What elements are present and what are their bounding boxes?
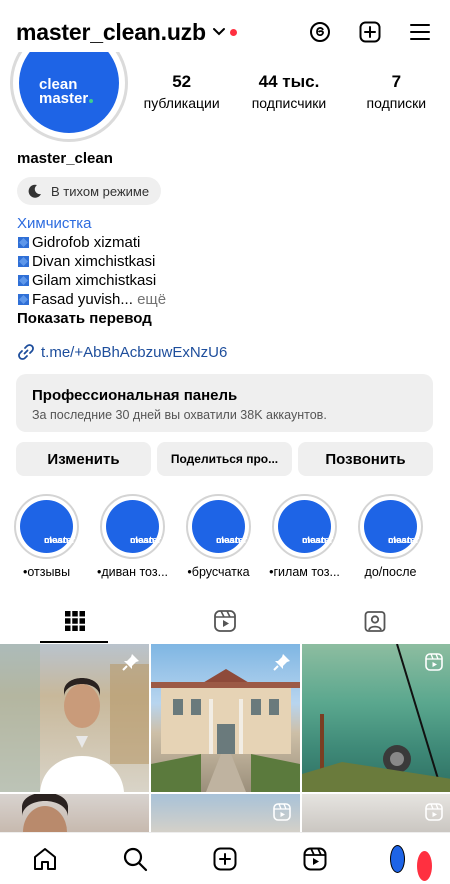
highlight-item[interactable]: clean master •диван тоз... — [96, 494, 169, 579]
highlight-label: •гилам тоз... — [269, 565, 340, 579]
highlight-item[interactable]: clean master •отзывы — [14, 494, 79, 579]
highlight-item[interactable]: clean master до/после — [358, 494, 423, 579]
reels-icon — [214, 610, 236, 632]
profile-tabs — [0, 600, 450, 643]
stat-label: публикации — [143, 95, 220, 111]
post-thumbnail[interactable] — [151, 794, 300, 834]
highlight-cover: clean master — [278, 500, 333, 553]
quiet-mode-badge[interactable]: В тихом режиме — [17, 177, 162, 205]
post-thumbnail[interactable] — [0, 794, 149, 834]
highlight-label: •диван тоз... — [96, 565, 169, 579]
stat-following[interactable]: 7 подписки — [343, 72, 450, 111]
reels-icon — [273, 803, 291, 821]
profile-nav-avatar[interactable] — [390, 844, 432, 881]
tagged-person-icon — [364, 611, 386, 632]
create-post-icon[interactable] — [210, 844, 240, 874]
share-profile-button[interactable]: Поделиться про... — [157, 442, 292, 476]
post-thumbnail[interactable] — [151, 644, 300, 792]
post-thumbnail[interactable] — [0, 644, 149, 792]
profile-bio: Химчистка Gidrofob xizmati Divan ximchis… — [17, 214, 166, 328]
reels-nav-icon[interactable] — [300, 844, 330, 874]
bottom-nav — [0, 832, 450, 884]
bio-more-link[interactable]: ещё — [137, 290, 166, 309]
header-actions — [306, 18, 434, 46]
blue-diamond-icon — [18, 256, 29, 267]
edit-profile-button[interactable]: Изменить — [16, 442, 151, 476]
show-translation-link[interactable]: Показать перевод — [17, 309, 166, 328]
chevron-down-icon[interactable] — [212, 25, 226, 39]
highlight-ring: clean master — [186, 494, 251, 559]
post-thumbnail[interactable] — [302, 794, 450, 834]
notification-dot — [229, 28, 237, 36]
highlight-item[interactable]: clean master •гилам тоз... — [269, 494, 340, 579]
highlight-ring: clean master — [14, 494, 79, 559]
tab-tagged[interactable] — [300, 600, 450, 642]
stat-posts[interactable]: 52 публикации — [128, 72, 235, 111]
notification-dot — [417, 850, 432, 881]
highlight-label: •отзывы — [22, 565, 71, 579]
reels-icon — [425, 803, 443, 821]
plus-square-icon[interactable] — [356, 18, 384, 46]
profile-avatar[interactable]: clean master — [10, 52, 128, 142]
profile-actions: Изменить Поделиться про... Позвонить — [16, 442, 433, 476]
dashboard-title: Профессиональная панель — [32, 387, 238, 404]
stat-label: подписчики — [251, 95, 327, 111]
account-username[interactable]: master_clean.uzb — [16, 19, 206, 46]
pin-icon — [122, 654, 139, 671]
threads-icon[interactable] — [306, 18, 334, 46]
dashboard-subtitle: За последние 30 дней вы охватили 38K акк… — [32, 408, 327, 422]
highlight-ring: clean master — [100, 494, 165, 559]
profile-category[interactable]: Химчистка — [17, 214, 166, 233]
highlight-label: до/после — [364, 565, 417, 579]
bio-line: Gilam ximchistkasi — [17, 271, 166, 290]
highlight-cover: clean master — [20, 500, 75, 553]
reels-icon — [425, 653, 443, 671]
profile-link[interactable]: t.me/+AbBhAcbzuwExNzU6 — [17, 343, 227, 361]
avatar-ring: clean master — [10, 52, 128, 142]
stat-followers[interactable]: 44 тыс. подписчики — [235, 72, 342, 111]
profile-name: master_clean — [17, 150, 113, 167]
blue-diamond-icon — [18, 294, 29, 305]
pin-icon — [273, 654, 290, 671]
professional-dashboard[interactable]: Профессиональная панель За последние 30 … — [16, 374, 433, 432]
highlight-label: •брусчатка — [187, 565, 250, 579]
quiet-mode-label: В тихом режиме — [51, 183, 150, 199]
stat-value: 52 — [172, 72, 192, 91]
grid-icon — [65, 611, 85, 631]
menu-icon[interactable] — [406, 18, 434, 46]
profile-stats: 52 публикации 44 тыс. подписчики 7 подпи… — [128, 72, 450, 111]
avatar-logo-text: clean master — [39, 77, 94, 106]
posts-grid — [0, 644, 450, 834]
highlight-ring: clean master — [272, 494, 337, 559]
story-highlights: clean master •отзывы clean master •диван т… — [14, 494, 423, 579]
blue-diamond-icon — [18, 237, 29, 248]
stat-value: 7 — [391, 72, 402, 91]
highlight-item[interactable]: clean master •брусчатка — [186, 494, 251, 579]
avatar-logo: clean master — [19, 52, 119, 133]
stat-value: 44 тыс. — [258, 72, 320, 91]
moon-icon — [27, 183, 43, 199]
highlight-cover: clean master — [364, 500, 419, 553]
highlight-cover: clean master — [192, 500, 247, 553]
bio-line: Divan ximchistkasi — [17, 252, 166, 271]
stat-label: подписки — [366, 95, 427, 111]
profile-link-text: t.me/+AbBhAcbzuwExNzU6 — [41, 343, 228, 361]
link-icon — [17, 343, 35, 361]
search-icon[interactable] — [120, 844, 150, 874]
call-button[interactable]: Позвонить — [298, 442, 433, 476]
highlight-ring: clean master — [358, 494, 423, 559]
tab-reels[interactable] — [150, 600, 300, 642]
home-icon[interactable] — [30, 844, 60, 874]
post-thumbnail[interactable] — [302, 644, 450, 792]
bio-line: Fasad yuvish... ещё — [17, 290, 166, 309]
blue-diamond-icon — [18, 275, 29, 286]
highlight-cover: clean master — [106, 500, 161, 553]
nav-avatar-image — [390, 844, 405, 873]
bio-line: Gidrofob xizmati — [17, 233, 166, 252]
tab-grid[interactable] — [0, 600, 150, 643]
